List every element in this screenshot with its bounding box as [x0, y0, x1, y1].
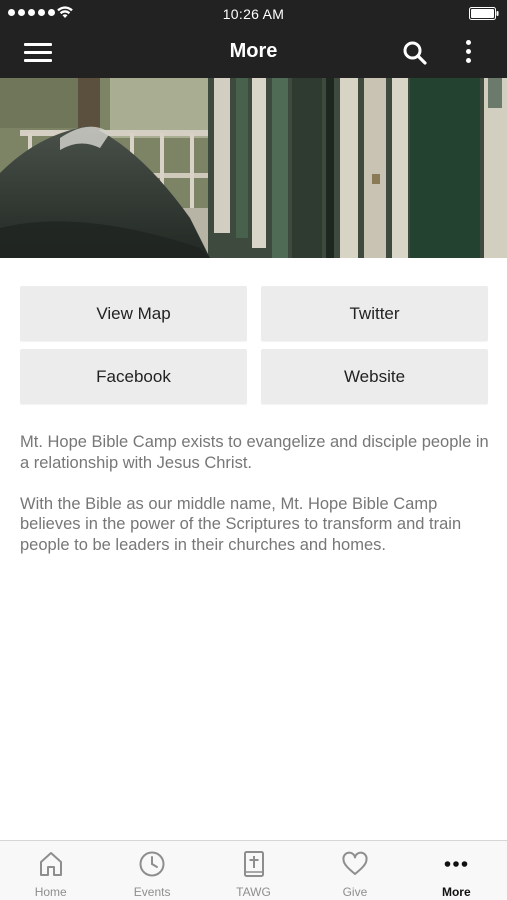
search-icon[interactable]	[401, 39, 429, 67]
tab-home[interactable]: Home	[0, 841, 101, 900]
tab-more-label: More	[441, 885, 471, 899]
vertical-ellipsis-icon[interactable]	[458, 38, 478, 66]
twitter-button[interactable]: Twitter	[261, 286, 488, 341]
hero-image	[0, 78, 507, 258]
tab-tawg[interactable]: TAWG	[203, 841, 304, 900]
status-bar: 10:26 AM	[0, 0, 507, 26]
facebook-button[interactable]: Facebook	[20, 349, 247, 404]
tab-more[interactable]: More	[406, 841, 507, 900]
home-icon	[39, 852, 62, 876]
bible-icon	[243, 851, 264, 877]
status-time: 10:26 AM	[222, 6, 285, 22]
description-paragraph-1: Mt. Hope Bible Camp exists to evangelize…	[20, 433, 489, 472]
tab-tawg-label: TAWG	[236, 885, 271, 899]
tab-give[interactable]: Give	[304, 841, 405, 900]
tab-home-label: Home	[34, 885, 67, 899]
page-title: More	[229, 40, 278, 62]
action-buttons: View Map Twitter Facebook Website	[20, 286, 488, 404]
battery-icon	[469, 7, 499, 20]
tab-events[interactable]: Events	[101, 841, 202, 900]
view-map-button[interactable]: View Map	[20, 286, 247, 341]
more-dots-icon	[445, 861, 468, 867]
tab-give-label: Give	[342, 885, 368, 899]
description-paragraph-2: With the Bible as our middle name, Mt. H…	[20, 494, 462, 554]
heart-icon	[342, 851, 368, 875]
description: Mt. Hope Bible Camp exists to evangelize…	[20, 432, 490, 576]
tab-bar: Home Events TAWG Give More	[0, 840, 507, 900]
website-button[interactable]: Website	[261, 349, 488, 404]
tab-events-label: Events	[133, 885, 171, 899]
nav-bar: More	[0, 26, 507, 78]
clock-icon	[139, 851, 165, 877]
